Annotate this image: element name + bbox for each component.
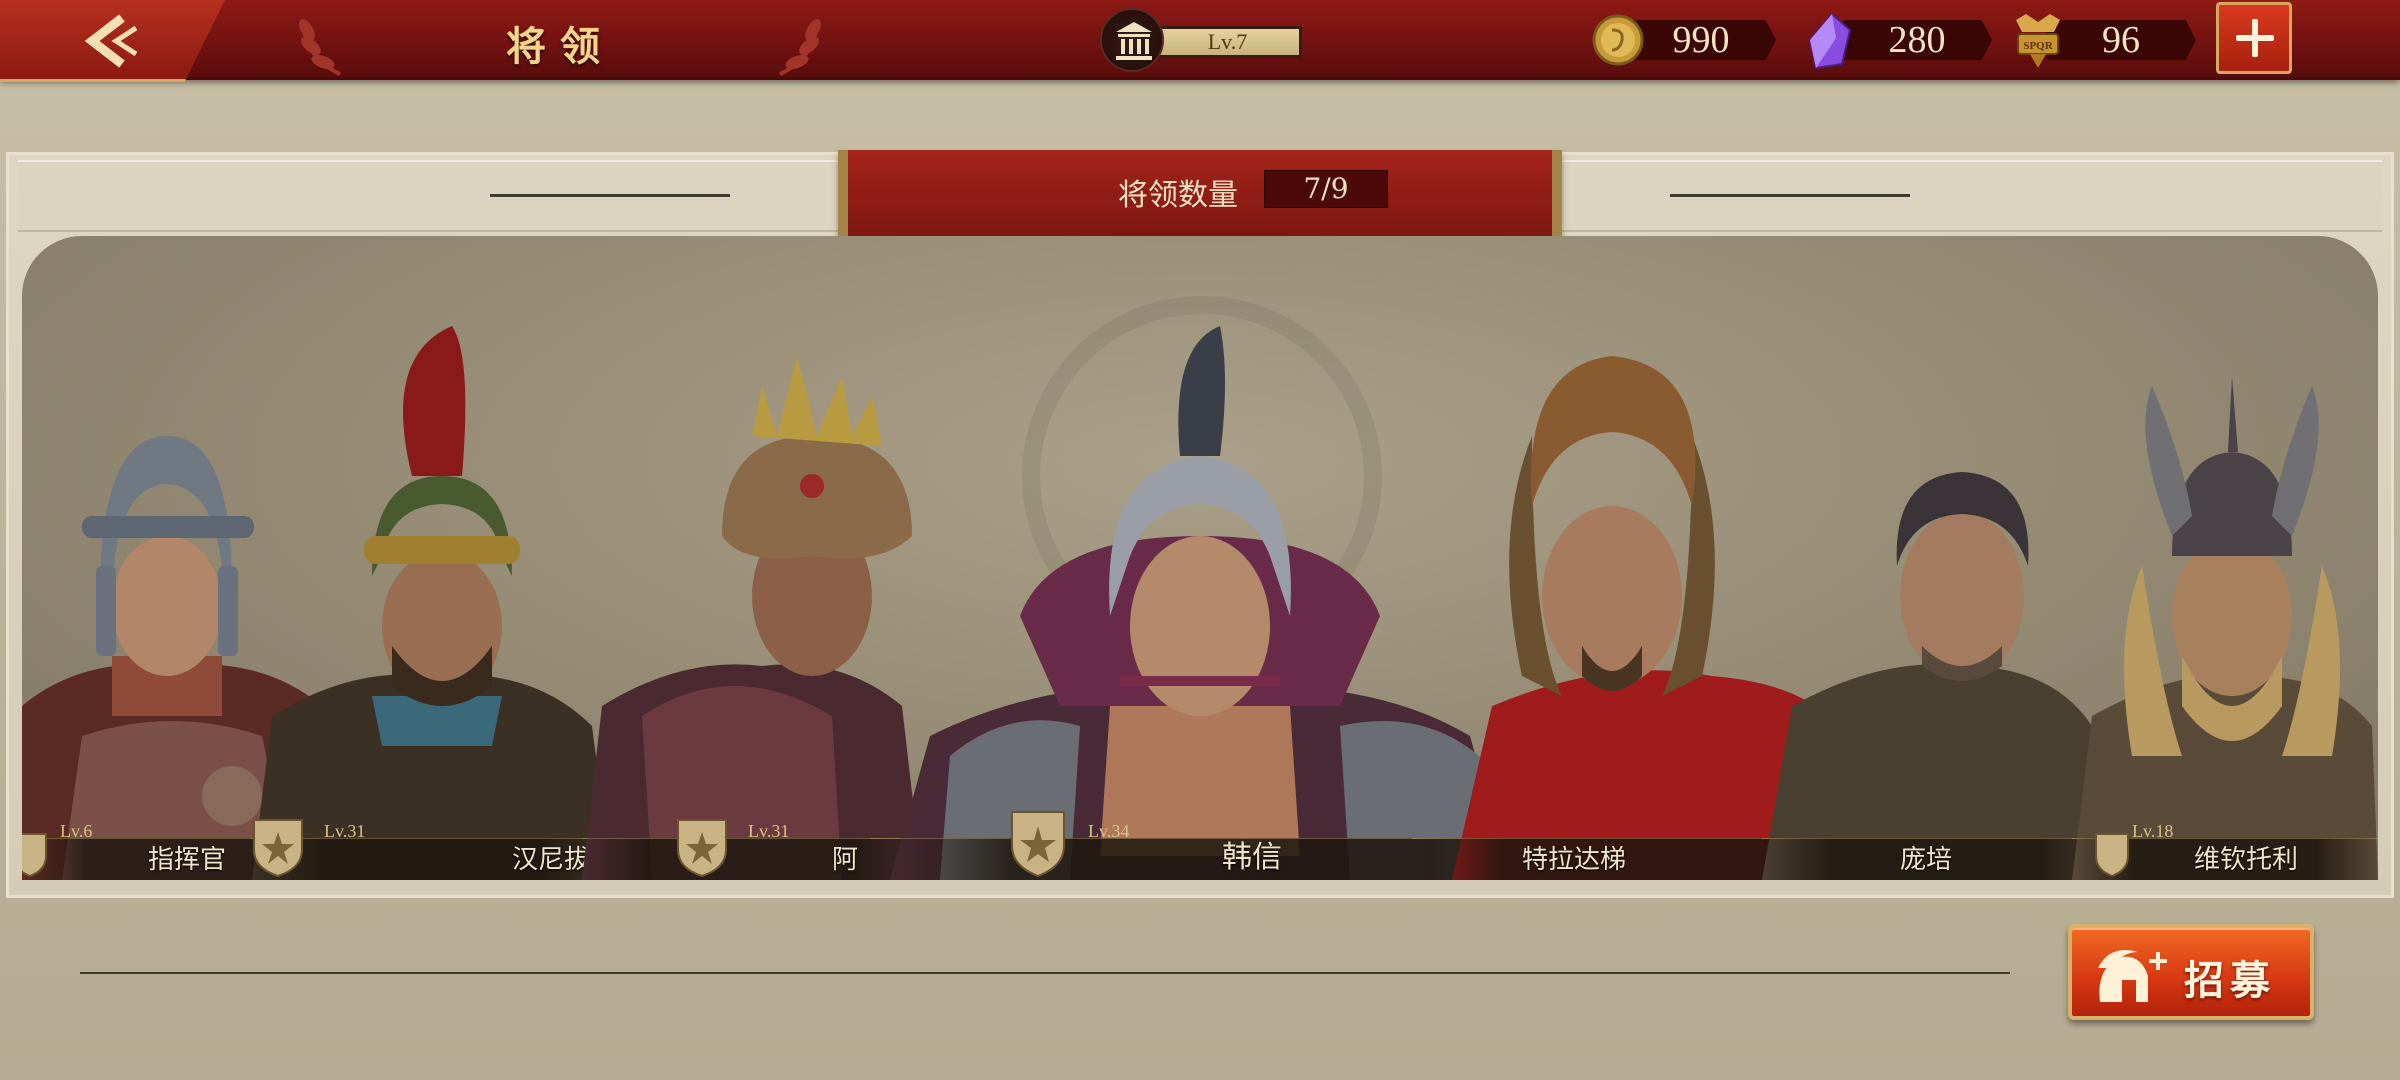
shield-badge-icon (22, 833, 47, 878)
general-level: Lv.34 (1088, 821, 1130, 841)
coin-resource[interactable]: 990 (1590, 14, 1780, 66)
token-resource[interactable]: 96 SPQR (2010, 14, 2200, 68)
gem-icon (1808, 12, 1852, 70)
shield-badge-icon (253, 819, 303, 878)
spqr-text: SPQR (2023, 40, 2053, 52)
general-card[interactable]: Lv.31 汉尼拔 (252, 236, 612, 880)
general-name: 维钦托利 (2194, 845, 2299, 875)
spartan-helmet-icon (2098, 950, 2167, 1002)
gem-count: 280 (1842, 20, 1992, 60)
general-level: Lv.6 (60, 821, 93, 841)
general-name: 阿 (832, 845, 859, 875)
recruit-button[interactable]: 招募 (2068, 924, 2314, 1020)
laurel-right-icon (779, 19, 821, 76)
generals-gallery: Lv.6 指挥官 Lv.31 汉尼拔 Lv.31 阿 Lv.34 韩信 特拉达梯… (22, 236, 2378, 880)
spqr-token-icon: SPQR (2016, 14, 2060, 68)
general-portrait (2072, 376, 2378, 880)
general-portrait (1762, 472, 2112, 880)
general-name: 特拉达梯 (1522, 845, 1627, 875)
general-card[interactable]: 庞培 (1762, 236, 2112, 880)
general-level: Lv.31 (748, 821, 790, 841)
token-count: 96 (2046, 20, 2196, 60)
general-name: 韩信 (1222, 840, 1282, 875)
coin-icon (1592, 14, 1644, 66)
general-level: Lv.18 (2132, 821, 2174, 841)
shield-badge-icon (2095, 833, 2129, 878)
back-button[interactable] (0, 0, 225, 82)
temple-icon (1100, 8, 1164, 72)
top-bar: 将领 Lv.7 990 280 96 SPQR (0, 0, 2400, 82)
general-count-label: 将领数量 (1118, 178, 1238, 213)
general-name: 汉尼拔 (512, 845, 591, 875)
general-name: 指挥官 (148, 845, 227, 875)
general-card[interactable]: Lv.18 维钦托利 (2072, 236, 2378, 880)
bottom-divider (80, 972, 2010, 974)
general-count-banner: 将领数量 7/9 (838, 150, 1562, 242)
building-level[interactable]: Lv.7 (1100, 8, 1305, 72)
back-arrow-icon (84, 14, 138, 68)
level-label: Lv.7 (1156, 26, 1302, 58)
general-count-value: 7/9 (1264, 170, 1388, 208)
coin-count: 990 (1626, 20, 1776, 60)
general-portrait (252, 326, 612, 880)
header-divider-right (1670, 194, 1910, 197)
gem-resource[interactable]: 280 (1806, 12, 1996, 70)
header-divider-left (490, 194, 730, 197)
plus-icon[interactable] (2216, 2, 2292, 74)
shield-badge-icon (1011, 811, 1065, 878)
general-level: Lv.31 (324, 821, 366, 841)
laurel-left-icon (299, 19, 341, 76)
general-name: 庞培 (1900, 845, 1953, 875)
recruit-label: 招募 (2184, 957, 2276, 1004)
shield-badge-icon (677, 819, 727, 878)
page-title: 将领 (506, 23, 614, 70)
